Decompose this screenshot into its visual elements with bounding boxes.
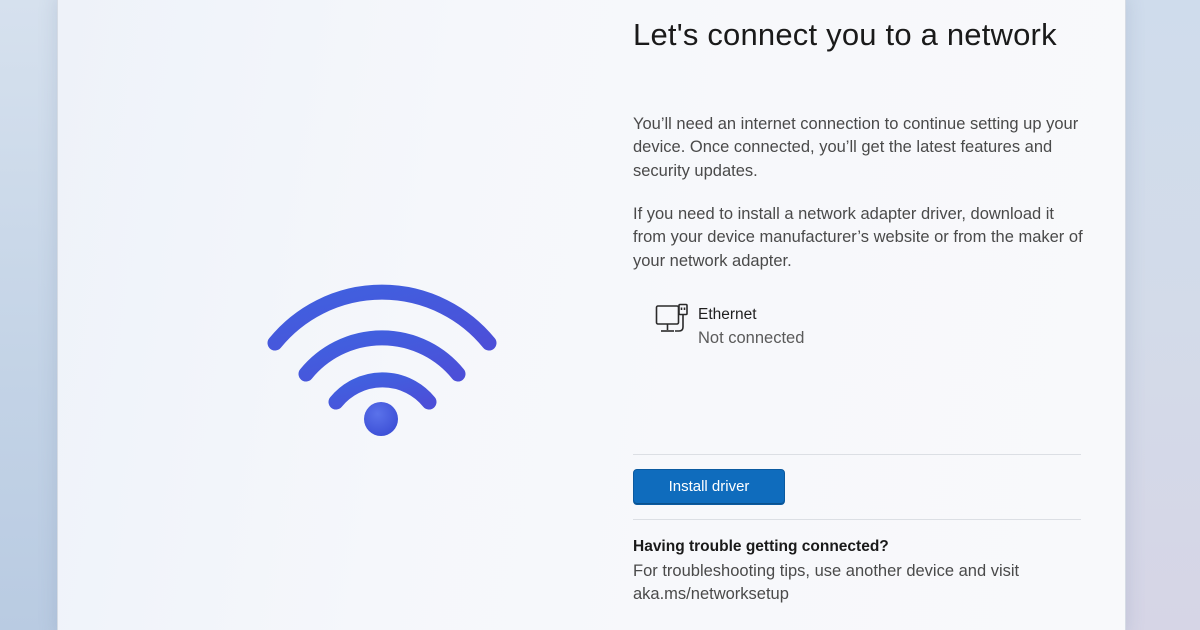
description-internet: You’ll need an internet connection to co… bbox=[633, 115, 1079, 180]
divider bbox=[633, 454, 1081, 455]
description-driver: If you need to install a network adapter… bbox=[633, 205, 1083, 270]
network-name: Ethernet bbox=[698, 306, 757, 323]
install-driver-button[interactable]: Install driver bbox=[633, 469, 785, 505]
help-text: For troubleshooting tips, use another de… bbox=[633, 560, 1083, 607]
help-title: Having trouble getting connected? bbox=[633, 538, 889, 555]
network-status: Not connected bbox=[698, 329, 805, 347]
network-setup-link[interactable]: aka.ms/networksetup bbox=[633, 585, 789, 603]
setup-window: Let's connect you to a network You’ll ne… bbox=[57, 0, 1126, 630]
setup-content: Let's connect you to a network You’ll ne… bbox=[633, 0, 1083, 626]
help-description: For troubleshooting tips, use another de… bbox=[633, 562, 1020, 580]
desktop-backdrop-left bbox=[0, 0, 57, 630]
ethernet-icon bbox=[655, 303, 689, 335]
desktop-backdrop-right bbox=[1126, 0, 1200, 630]
network-item-ethernet[interactable]: Ethernet Not connected bbox=[655, 301, 955, 351]
page-title: Let's connect you to a network bbox=[633, 17, 1057, 52]
wifi-icon bbox=[263, 271, 503, 446]
divider bbox=[633, 519, 1081, 520]
